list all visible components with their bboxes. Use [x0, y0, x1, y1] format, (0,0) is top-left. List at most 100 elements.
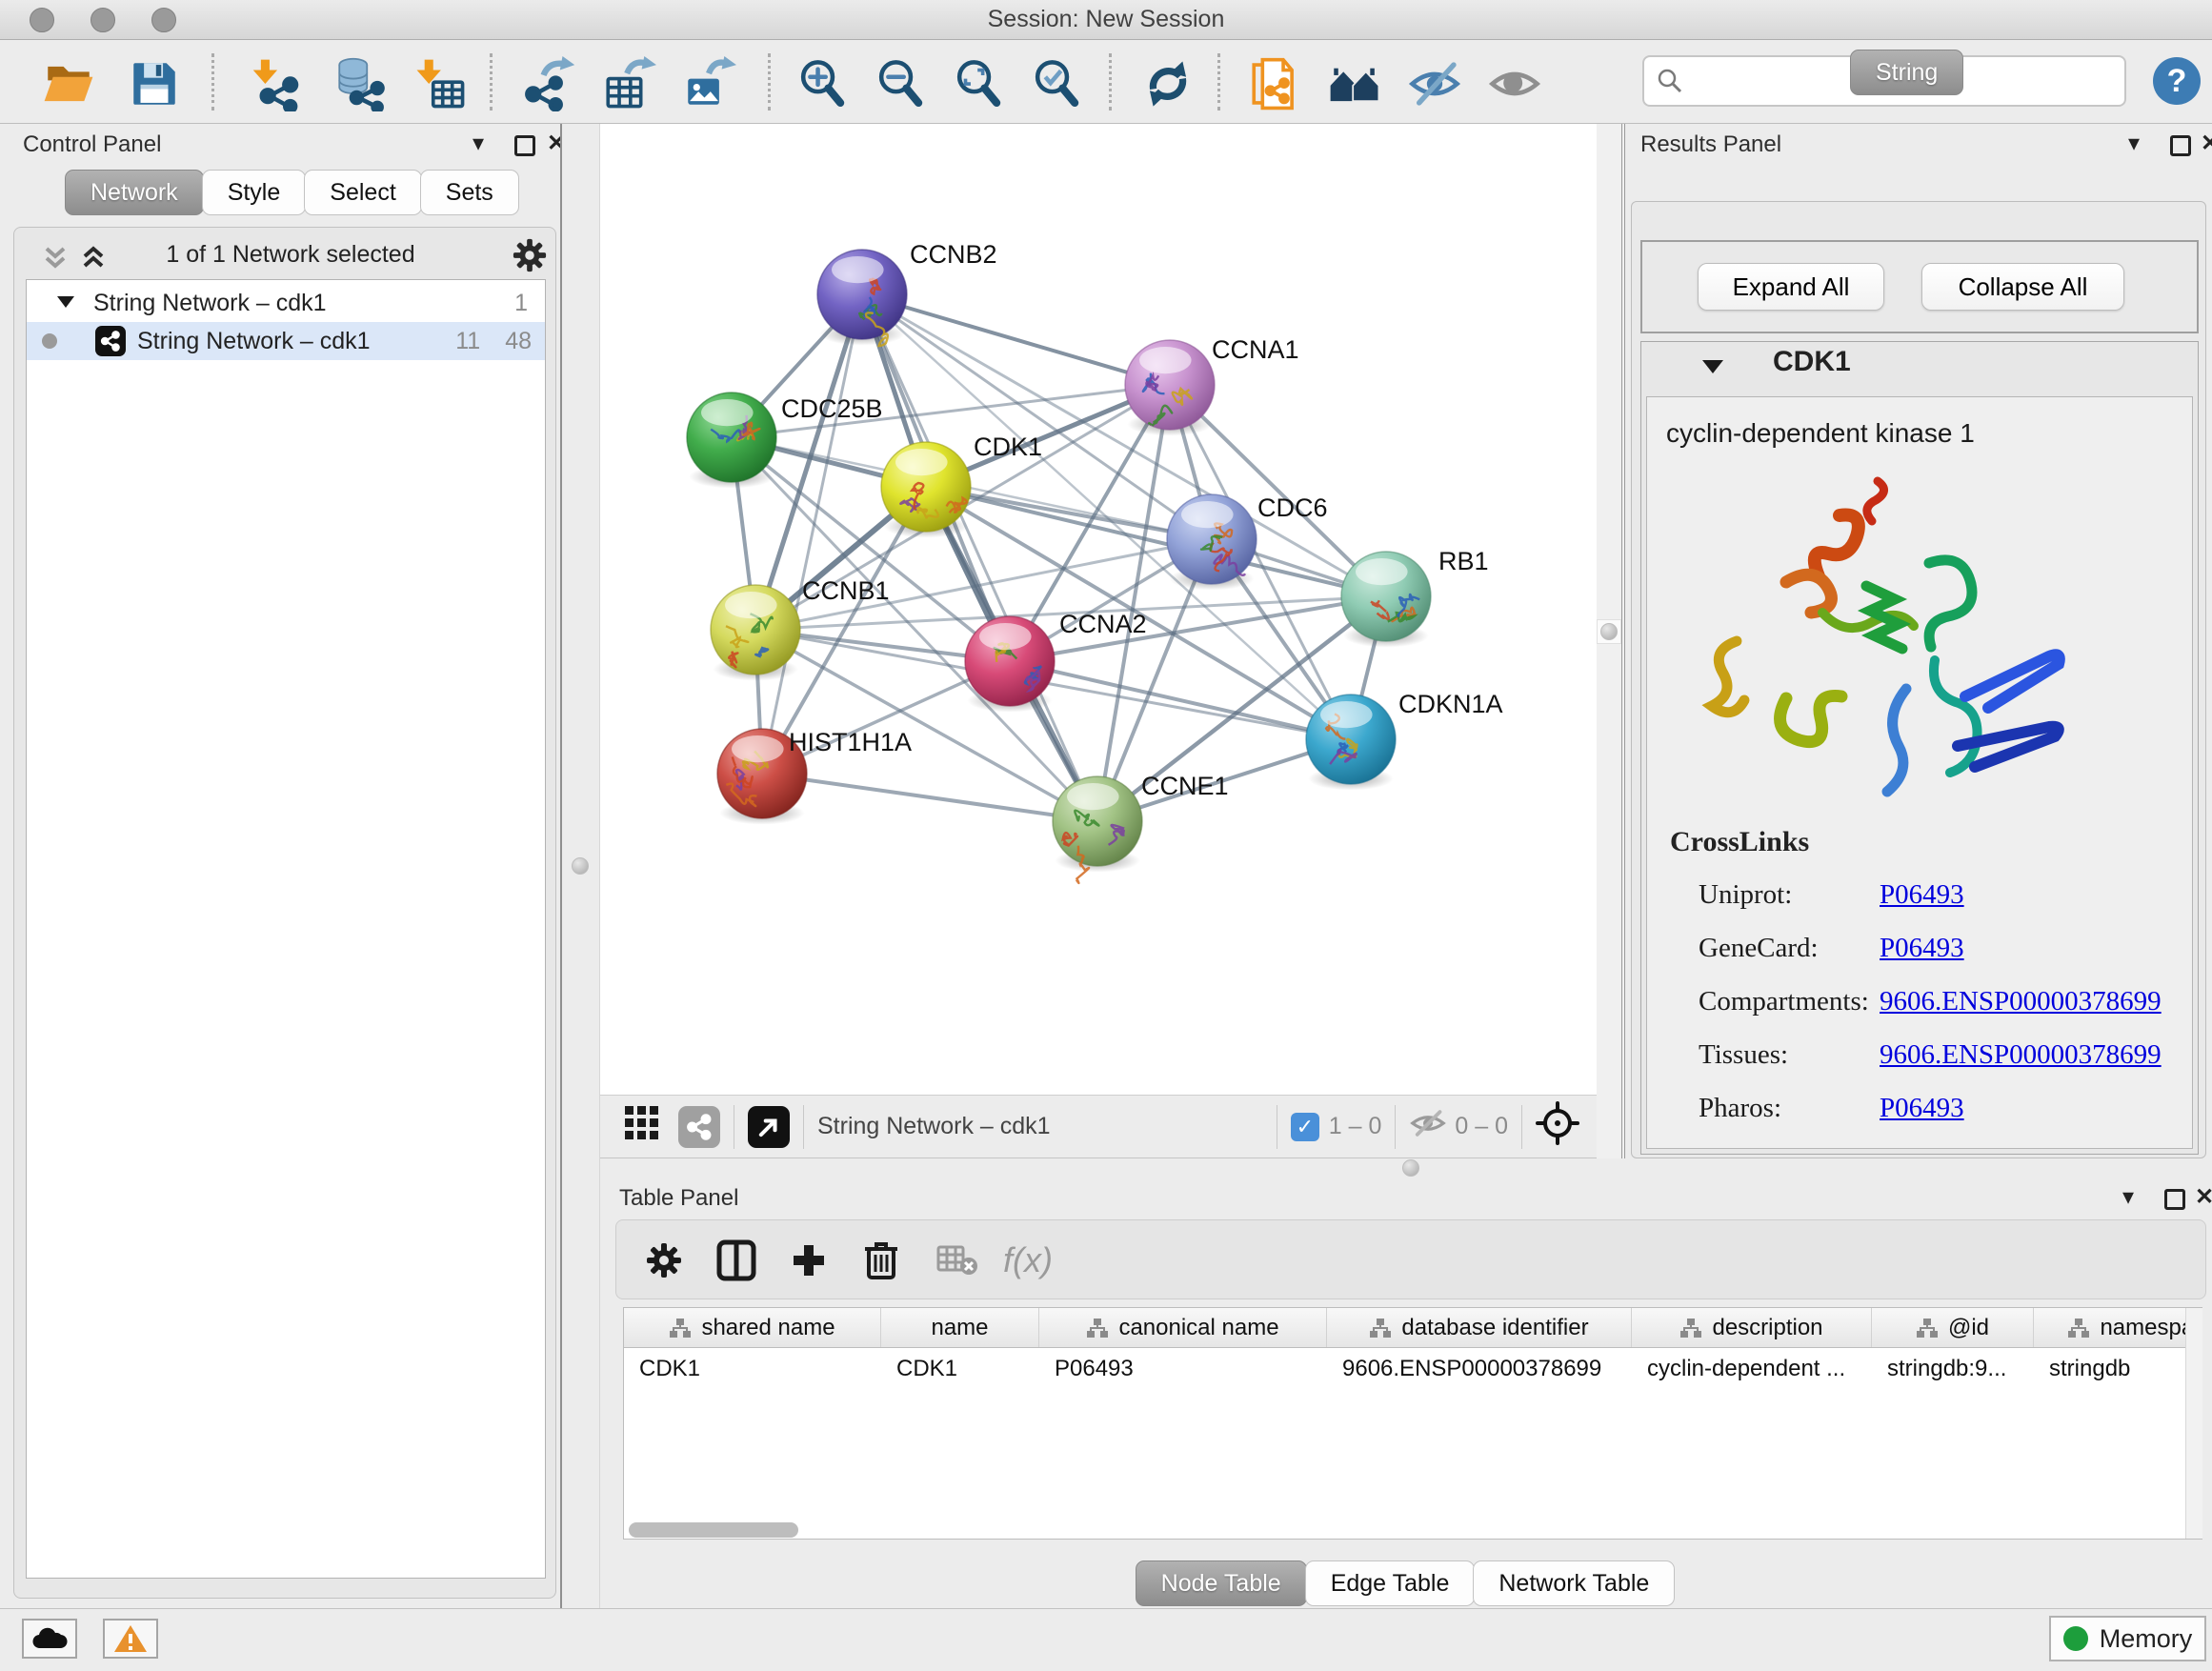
control-panel-float-icon[interactable] [514, 135, 535, 156]
crosslink-link[interactable]: 9606.ENSP00000378699 [1880, 1039, 2162, 1071]
node-CDKN1A[interactable] [1306, 695, 1396, 791]
selected-checkbox-icon[interactable]: ✓ [1291, 1113, 1319, 1141]
add-column-plus-icon[interactable] [778, 1230, 839, 1291]
table-cell[interactable]: cyclin-dependent ... [1632, 1348, 1872, 1390]
vertical-scrollbar-track[interactable] [2185, 1308, 2202, 1539]
table-cell[interactable]: P06493 [1039, 1348, 1327, 1390]
right-splitter-handle[interactable] [1597, 619, 1621, 644]
column-header-name[interactable]: name [881, 1308, 1039, 1347]
tab-sets[interactable]: Sets [420, 170, 519, 215]
crosslink-link[interactable]: P06493 [1880, 879, 1964, 911]
table-cell[interactable]: CDK1 [881, 1348, 1039, 1390]
fit-content-crosshair-icon[interactable] [1536, 1101, 1579, 1152]
hide-selected-eye-slash-icon[interactable] [1404, 53, 1465, 114]
string-document-icon[interactable] [1244, 53, 1305, 114]
function-builder-icon[interactable]: f(x) [997, 1230, 1058, 1291]
control-panel-menu-icon[interactable]: ▾ [473, 130, 484, 157]
node-CCNE1[interactable] [1053, 776, 1142, 883]
collection-expand-arrow-icon[interactable] [55, 290, 76, 317]
horizontal-splitter-handle[interactable] [1402, 1159, 1419, 1177]
tab-style[interactable]: Style [202, 170, 307, 215]
node-CCNA2[interactable] [965, 616, 1055, 713]
homology-houses-icon[interactable] [1324, 53, 1385, 114]
horizontal-splitter[interactable] [600, 1158, 2212, 1178]
table-cell[interactable]: CDK1 [624, 1348, 881, 1390]
memory-button[interactable]: Memory [2049, 1616, 2206, 1661]
export-image-icon[interactable] [678, 53, 739, 114]
table-cell[interactable]: stringdb [2034, 1348, 2202, 1390]
edge-CCNA2-CDKN1A[interactable] [1010, 661, 1351, 739]
cloud-status-button[interactable] [22, 1619, 77, 1659]
delete-column-trash-icon[interactable] [851, 1230, 912, 1291]
expand-all-button[interactable]: Expand All [1698, 263, 1884, 311]
tab-network-table[interactable]: Network Table [1473, 1560, 1675, 1606]
node-CCNA1[interactable] [1125, 340, 1215, 436]
network-options-gear-icon[interactable] [512, 237, 548, 278]
save-session-icon[interactable] [124, 53, 185, 114]
table-panel-close-icon[interactable]: ✕ [2195, 1183, 2212, 1211]
node-CDC6[interactable] [1167, 494, 1257, 591]
zoom-in-icon[interactable] [793, 53, 854, 114]
results-panel-close-icon[interactable]: ✕ [2201, 130, 2212, 157]
collapse-all-button[interactable]: Collapse All [1921, 263, 2124, 311]
show-all-eye-icon[interactable] [1484, 53, 1545, 114]
network-canvas[interactable]: CCNB2CCNA1CDC25BCDK1CDC6RB1CCNB1CCNA2CDK… [600, 124, 1597, 1095]
left-splitter[interactable] [560, 124, 600, 1608]
help-button[interactable]: ? [2153, 57, 2201, 105]
node-CCNB2[interactable] [817, 250, 907, 346]
network-row[interactable]: String Network – cdk1 11 48 [27, 322, 545, 360]
edge-CCNB2-CCNA1[interactable] [862, 294, 1170, 385]
open-session-icon[interactable] [38, 53, 99, 114]
node-RB1[interactable] [1341, 552, 1431, 648]
import-table-icon[interactable] [410, 53, 471, 114]
column-header-canonical-name[interactable]: canonical name [1039, 1308, 1327, 1347]
node-CDC25B[interactable] [687, 393, 776, 489]
table-cell[interactable]: stringdb:9... [1872, 1348, 2034, 1390]
edge-CCNB2-HIST1H1A[interactable] [762, 294, 862, 774]
tab-edge-table[interactable]: Edge Table [1305, 1560, 1476, 1606]
node-CDK1[interactable] [881, 442, 971, 538]
table-panel-menu-icon[interactable]: ▾ [2122, 1183, 2134, 1211]
delete-table-icon[interactable] [927, 1230, 988, 1291]
export-table-icon[interactable] [598, 53, 659, 114]
column-header-description[interactable]: description [1632, 1308, 1872, 1347]
birds-eye-grid-icon[interactable] [623, 1104, 661, 1149]
crosslink-link[interactable]: P06493 [1880, 1093, 1964, 1124]
results-panel-float-icon[interactable] [2170, 135, 2191, 156]
zoom-out-icon[interactable] [871, 53, 932, 114]
right-splitter[interactable] [1597, 124, 1625, 1158]
table-settings-gear-icon[interactable] [633, 1230, 694, 1291]
tab-network[interactable]: Network [65, 170, 204, 215]
results-panel-menu-icon[interactable]: ▾ [2128, 130, 2140, 157]
node-CCNB1[interactable] [711, 585, 800, 681]
table-row[interactable]: CDK1CDK1P064939606.ENSP00000378699cyclin… [624, 1348, 2202, 1390]
network-collection-row[interactable]: String Network – cdk1 1 [27, 284, 545, 322]
horizontal-scrollbar-thumb[interactable] [629, 1522, 798, 1538]
import-network-icon[interactable] [248, 53, 309, 114]
column-header-namespace[interactable]: namespace [2034, 1308, 2202, 1347]
zoom-fit-icon[interactable] [949, 53, 1010, 114]
collapse-all-networks-icon[interactable] [39, 243, 71, 276]
column-header-shared-name[interactable]: shared name [624, 1308, 881, 1347]
export-network-icon[interactable] [518, 53, 579, 114]
tab-select[interactable]: Select [304, 170, 421, 215]
hidden-eye-slash-icon[interactable] [1409, 1107, 1447, 1146]
crosslink-link[interactable]: P06493 [1880, 933, 1964, 964]
zoom-selected-icon[interactable] [1027, 53, 1088, 114]
warnings-button[interactable] [103, 1619, 158, 1659]
tab-string[interactable]: String [1850, 50, 1963, 95]
table-cell[interactable]: 9606.ENSP00000378699 [1327, 1348, 1632, 1390]
expand-all-networks-icon[interactable] [77, 243, 110, 276]
show-columns-icon[interactable] [706, 1230, 767, 1291]
edge-HIST1H1A-CCNE1[interactable] [762, 774, 1097, 821]
refresh-icon[interactable] [1137, 53, 1198, 114]
network-graph[interactable]: CCNB2CCNA1CDC25BCDK1CDC6RB1CCNB1CCNA2CDK… [600, 124, 1597, 1095]
column-header--id[interactable]: @id [1872, 1308, 2034, 1347]
tab-node-table[interactable]: Node Table [1136, 1560, 1307, 1606]
left-splitter-handle[interactable] [572, 857, 589, 875]
network-badge-icon[interactable] [678, 1106, 720, 1148]
gene-collapse-arrow-icon[interactable] [1700, 357, 1725, 381]
crosslink-link[interactable]: 9606.ENSP00000378699 [1880, 986, 2162, 1017]
table-panel-float-icon[interactable] [2164, 1189, 2185, 1210]
column-header-database-identifier[interactable]: database identifier [1327, 1308, 1632, 1347]
